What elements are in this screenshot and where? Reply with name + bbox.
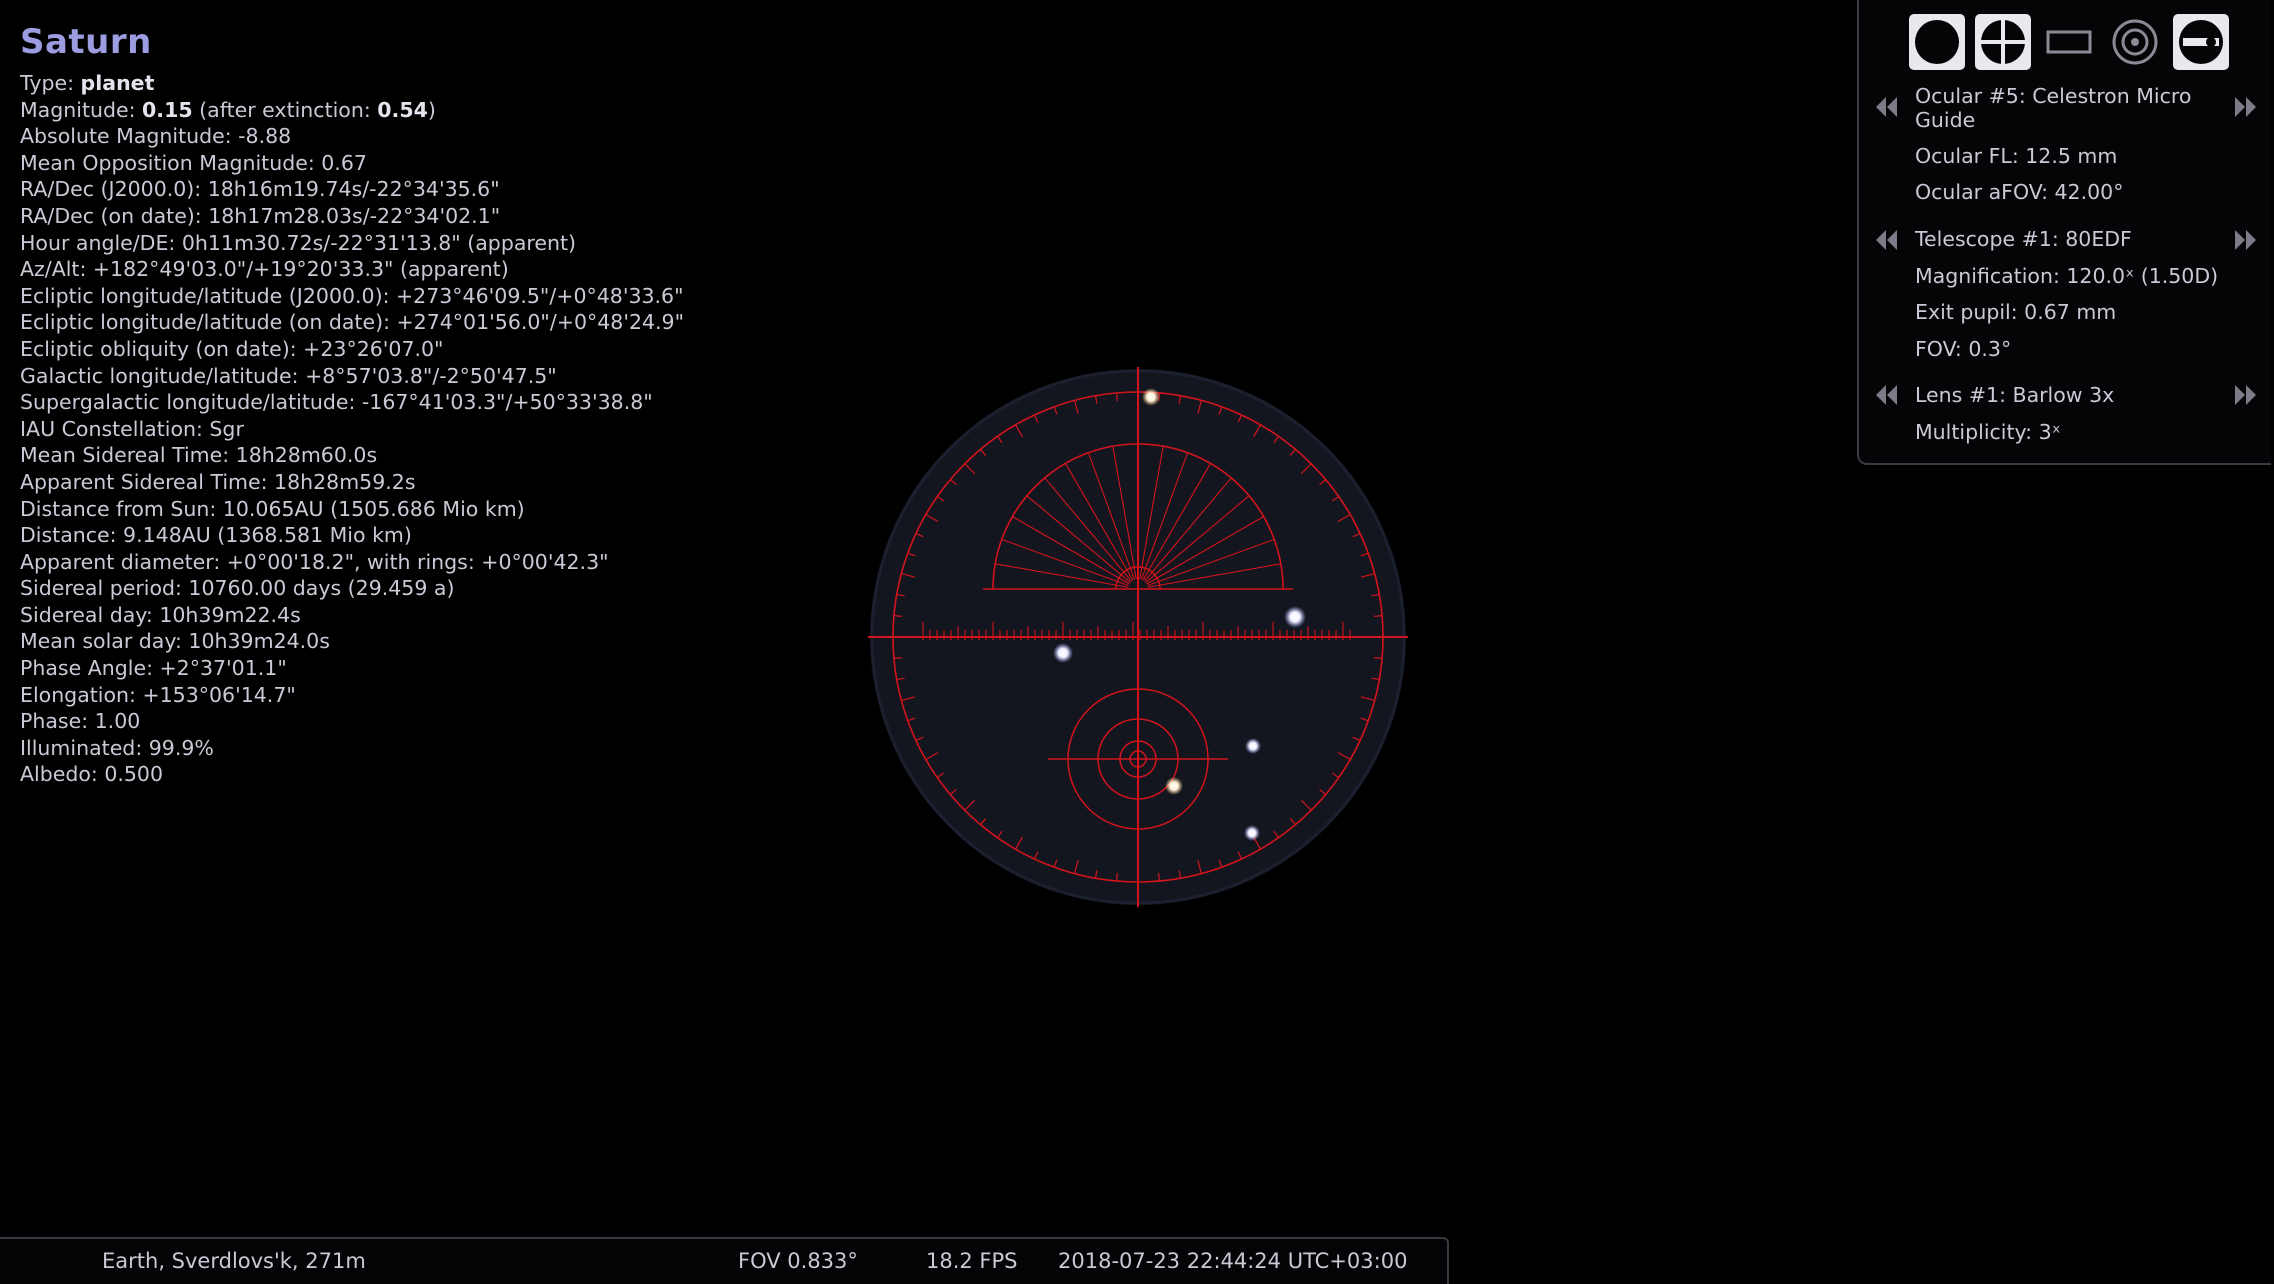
info-line: Mean Sidereal Time: 18h28m60.0s xyxy=(20,443,378,468)
magnitude-label: Magnitude: xyxy=(20,97,136,122)
previous-telescope-arrow[interactable] xyxy=(1875,229,1899,251)
info-line: Albedo: 0.500 xyxy=(20,762,164,787)
ocular-name: Ocular #5: Celestron Micro xyxy=(1915,84,2192,108)
telrad-button[interactable] xyxy=(2107,14,2163,70)
crosshair-icon xyxy=(1979,18,2027,66)
info-line: IAU Constellation: Sgr xyxy=(20,416,244,441)
ocular-config-icon xyxy=(2179,20,2223,64)
info-line: Ecliptic obliquity (on date): +23°26'07.… xyxy=(20,336,444,361)
double-right-arrow-icon xyxy=(2235,97,2256,117)
object-info-panel: Saturn Type: planet Magnitude: 0.15 (aft… xyxy=(20,20,920,788)
info-line: Distance: 9.148AU (1368.581 Mio km) xyxy=(20,523,412,548)
object-name: Saturn xyxy=(20,22,152,62)
scale-tick xyxy=(1374,615,1383,617)
datetime-readout[interactable]: 2018-07-23 22:44:24 UTC+03:00 xyxy=(1058,1249,1407,1273)
info-line: Apparent diameter: +0°00'18.2", with rin… xyxy=(20,549,609,574)
info-line: Az/Alt: +182°49'03.0"/+19°20'33.3" (appa… xyxy=(20,257,509,282)
type-value: planet xyxy=(80,71,155,95)
bottom-status-bar: Earth, Sverdlovs'k, 271m FOV 0.833° 18.2… xyxy=(0,1237,1449,1284)
magnitude-extinction-label: (after extinction: xyxy=(199,97,371,122)
ocular-view-button[interactable] xyxy=(1909,14,1965,70)
next-ocular-arrow[interactable] xyxy=(2233,96,2257,118)
info-line: Hour angle/DE: 0h11m30.72s/-22°31'13.8" … xyxy=(20,230,577,255)
reticle xyxy=(868,367,1408,907)
info-line: Ecliptic longitude/latitude (on date): +… xyxy=(20,310,685,335)
telescope-name: Telescope #1: 80EDF xyxy=(1915,227,2132,251)
scale-tick xyxy=(1116,873,1118,882)
scale-tick xyxy=(1116,392,1118,401)
ocular-name-continued: Guide xyxy=(1915,108,1976,132)
info-line: Sidereal day: 10h39m22.4s xyxy=(20,602,301,627)
info-line: Distance from Sun: 10.065AU (1505.686 Mi… xyxy=(20,496,525,521)
info-line: Absolute Magnitude: -8.88 xyxy=(20,124,292,149)
field-of-view: FOV: 0.3° xyxy=(1915,337,2012,361)
scale-tick xyxy=(893,657,902,659)
telrad-icon xyxy=(2112,19,2158,65)
magnitude-value: 0.15 xyxy=(142,97,193,122)
ocular-view-icon xyxy=(1915,20,1959,64)
double-right-arrow-icon xyxy=(2235,230,2256,250)
info-line: Ecliptic longitude/latitude (J2000.0): +… xyxy=(20,283,684,308)
magnitude-line: Magnitude: 0.15 (after extinction: 0.54) xyxy=(20,97,920,124)
magnitude-close: ) xyxy=(427,97,436,122)
location-readout[interactable]: Earth, Sverdlovs'k, 271m xyxy=(102,1249,366,1273)
info-line: Elongation: +153°06'14.7" xyxy=(20,682,296,707)
double-left-arrow-icon xyxy=(1876,230,1897,250)
moon-star xyxy=(1244,825,1260,841)
scale-tick xyxy=(1374,657,1383,659)
scale-tick xyxy=(893,615,902,617)
moon-star xyxy=(1053,643,1073,663)
info-line: Mean solar day: 10h39m24.0s xyxy=(20,629,330,654)
info-line: Sidereal period: 10760.00 days (29.459 a… xyxy=(20,576,455,601)
next-telescope-arrow[interactable] xyxy=(2233,229,2257,251)
lens-multiplicity: Multiplicity: 3ˣ xyxy=(1915,420,2061,444)
double-right-arrow-icon xyxy=(2235,385,2256,405)
info-line: Galactic longitude/latitude: +8°57'03.8"… xyxy=(20,363,557,388)
fov-readout: FOV 0.833° xyxy=(738,1249,858,1273)
moon-star xyxy=(1165,777,1183,795)
previous-ocular-arrow[interactable] xyxy=(1875,96,1899,118)
crosshair-button[interactable] xyxy=(1975,14,2031,70)
info-lines: Absolute Magnitude: -8.88 Mean Opposition… xyxy=(20,123,920,788)
moon-star xyxy=(1284,606,1306,628)
previous-lens-arrow[interactable] xyxy=(1875,384,1899,406)
ocular-focal-length: Ocular FL: 12.5 mm xyxy=(1915,144,2118,168)
fps-readout: 18.2 FPS xyxy=(926,1249,1018,1273)
exit-pupil: Exit pupil: 0.67 mm xyxy=(1915,300,2117,324)
magnitude-extinction-value: 0.54 xyxy=(377,97,428,122)
info-line: Supergalactic longitude/latitude: -167°4… xyxy=(20,390,653,415)
info-line: Illuminated: 99.9% xyxy=(20,735,214,760)
info-line: Phase: 1.00 xyxy=(20,709,141,734)
oculars-panel: Ocular #5: Celestron Micro Guide Ocular … xyxy=(1857,0,2271,465)
ccd-frame-button[interactable] xyxy=(2041,14,2097,70)
info-line: Mean Opposition Magnitude: 0.67 xyxy=(20,150,367,175)
double-left-arrow-icon xyxy=(1876,385,1897,405)
info-line: Phase Angle: +2°37'01.1" xyxy=(20,656,287,681)
info-line: Apparent Sidereal Time: 18h28m59.2s xyxy=(20,469,416,494)
info-line: RA/Dec (J2000.0): 18h16m19.74s/-22°34'35… xyxy=(20,177,500,202)
moon-star xyxy=(1142,388,1160,406)
moon-star xyxy=(1245,738,1261,754)
eyepiece-view[interactable] xyxy=(868,367,1408,907)
object-type-line: Type: planet xyxy=(20,70,920,97)
next-lens-arrow[interactable] xyxy=(2233,384,2257,406)
lens-name: Lens #1: Barlow 3x xyxy=(1915,383,2115,407)
type-label: Type: xyxy=(20,71,74,95)
double-left-arrow-icon xyxy=(1876,97,1897,117)
magnification: Magnification: 120.0ˣ (1.50D) xyxy=(1915,264,2219,288)
ocular-afov: Ocular aFOV: 42.00° xyxy=(1915,180,2124,204)
ccd-frame-icon xyxy=(2046,30,2092,54)
ocular-config-button[interactable] xyxy=(2173,14,2229,70)
info-line: RA/Dec (on date): 18h17m28.03s/-22°34'02… xyxy=(20,203,501,228)
scale-tick xyxy=(1158,873,1160,882)
